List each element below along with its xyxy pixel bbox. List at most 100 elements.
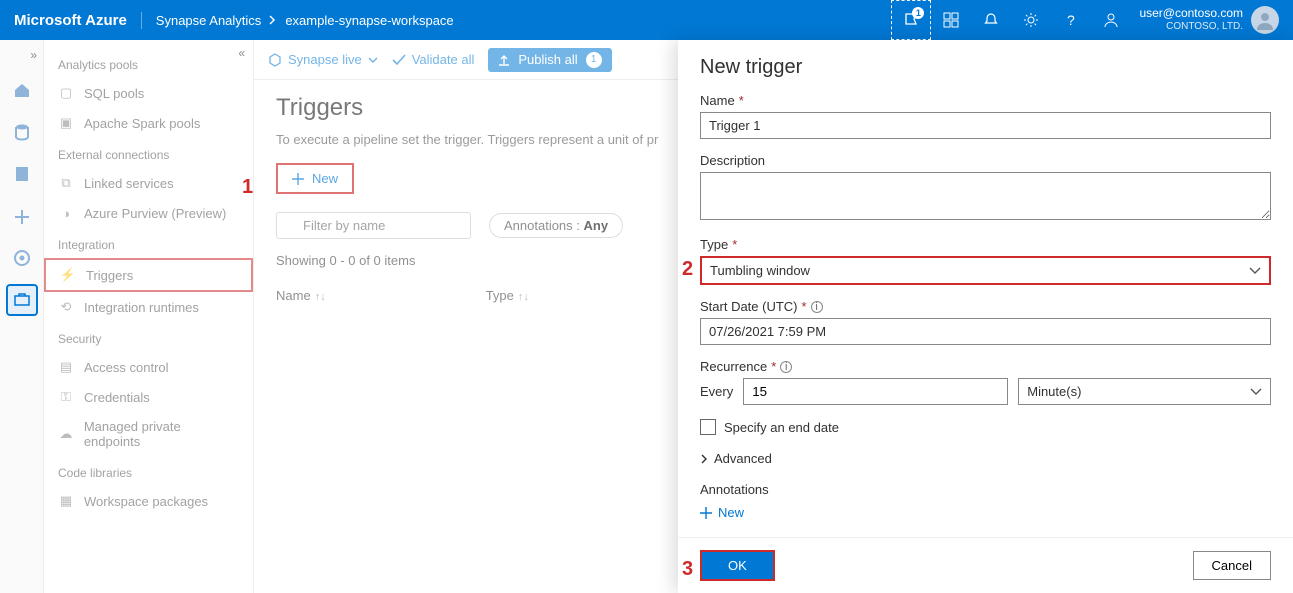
rail-develop-icon[interactable] (6, 158, 38, 190)
callout-3: 3 (682, 558, 693, 581)
blade-footer: 3 OK Cancel (678, 537, 1293, 593)
service-name[interactable]: Synapse Analytics (156, 13, 262, 28)
group-code-libraries: Code libraries (44, 456, 253, 486)
bolt-icon: ⚡ (60, 267, 76, 283)
advanced-toggle[interactable]: Advanced (700, 451, 1271, 466)
synapse-live-dropdown[interactable]: Synapse live (268, 52, 378, 67)
start-date-label: Start Date (UTC)*i (700, 299, 1271, 314)
cancel-button[interactable]: Cancel (1193, 551, 1271, 580)
sort-icon: ↑↓ (518, 291, 529, 303)
publish-all-button[interactable]: Publish all 1 (488, 48, 611, 72)
callout-1: 1 (242, 176, 253, 199)
rail-monitor-icon[interactable] (6, 242, 38, 274)
upload-icon (498, 54, 510, 66)
checkbox-icon[interactable] (700, 419, 716, 435)
spark-icon: ▣ (58, 115, 74, 131)
sql-icon: ▢ (58, 85, 74, 101)
sidebar-item-integration-runtimes[interactable]: ⟲Integration runtimes (44, 292, 253, 322)
filter-by-name-input[interactable] (276, 212, 471, 239)
trigger-type-select[interactable]: Tumbling window (700, 256, 1271, 285)
trigger-description-input[interactable] (700, 172, 1271, 220)
runtime-icon: ⟲ (58, 299, 74, 315)
rail-manage-icon[interactable] (6, 284, 38, 316)
sidebar-item-linked-services[interactable]: ⧉Linked services (44, 168, 253, 198)
user-org: CONTOSO, LTD. (1139, 21, 1243, 33)
publish-count: 1 (586, 52, 602, 68)
sidebar-item-triggers[interactable]: ⚡Triggers (44, 258, 253, 292)
check-icon (392, 54, 406, 66)
info-icon[interactable]: i (780, 361, 792, 373)
bell-icon[interactable] (971, 0, 1011, 40)
gear-icon[interactable] (1011, 0, 1051, 40)
rail-collapse-icon[interactable]: » (30, 48, 43, 62)
key-icon: ⚿ (58, 389, 74, 405)
blade-title: New trigger (700, 56, 1271, 79)
svg-text:?: ? (1067, 12, 1075, 28)
group-security: Security (44, 322, 253, 352)
person-icon[interactable] (1091, 0, 1131, 40)
access-icon: ▤ (58, 359, 74, 375)
validate-all-button[interactable]: Validate all (392, 52, 475, 67)
annotations-title: Annotations (700, 482, 1271, 497)
help-icon[interactable]: ? (1051, 0, 1091, 40)
sidebar-item-credentials[interactable]: ⚿Credentials (44, 382, 253, 412)
sidebar-item-spark-pools[interactable]: ▣Apache Spark pools (44, 108, 253, 138)
package-icon: ▦ (58, 493, 74, 509)
workspace-name[interactable]: example-synapse-workspace (285, 13, 453, 28)
notif-badge: 1 (912, 7, 924, 19)
trigger-name-input[interactable] (700, 112, 1271, 139)
chevron-down-icon (1250, 388, 1262, 396)
recurrence-label: Recurrence*i (700, 359, 1271, 374)
rail-integrate-icon[interactable] (6, 200, 38, 232)
plus-icon (292, 173, 304, 185)
filter-by-name-wrap: ⧩ (276, 212, 471, 239)
manage-sidebar: « Analytics pools ▢SQL pools ▣Apache Spa… (44, 40, 254, 593)
col-type[interactable]: Type↑↓ (486, 288, 529, 303)
sidebar-item-azure-purview[interactable]: ◑Azure Purview (Preview) (44, 198, 253, 228)
info-icon[interactable]: i (811, 301, 823, 313)
breadcrumb: Synapse Analytics example-synapse-worksp… (142, 13, 454, 28)
cloud-icon: ☁ (58, 426, 74, 442)
user-info[interactable]: user@contoso.com CONTOSO, LTD. (1131, 7, 1251, 32)
sort-icon: ↑↓ (315, 291, 326, 303)
group-analytics-pools: Analytics pools (44, 48, 253, 78)
end-date-checkbox-row[interactable]: Specify an end date (700, 419, 1271, 435)
chevron-down-icon (368, 56, 378, 64)
chevron-down-icon (1249, 267, 1261, 275)
new-trigger-blade: New trigger Name* Description Type* 2 Tu… (678, 40, 1293, 593)
directory-icon[interactable] (931, 0, 971, 40)
plus-icon (700, 507, 712, 519)
feedback-icon[interactable]: 1 (891, 0, 931, 40)
avatar[interactable] (1251, 6, 1279, 34)
recurrence-unit-select[interactable]: Minute(s) (1018, 378, 1271, 405)
group-external-connections: External connections (44, 138, 253, 168)
callout-2: 2 (682, 258, 693, 281)
sidebar-item-sql-pools[interactable]: ▢SQL pools (44, 78, 253, 108)
sidebar-item-access-control[interactable]: ▤Access control (44, 352, 253, 382)
col-name[interactable]: Name↑↓ (276, 288, 326, 303)
rail-home-icon[interactable] (6, 74, 38, 106)
rail-data-icon[interactable] (6, 116, 38, 148)
purview-icon: ◑ (58, 205, 74, 221)
type-label: Type* (700, 237, 1271, 252)
name-label: Name* (700, 93, 1271, 108)
sidebar-item-workspace-packages[interactable]: ▦Workspace packages (44, 486, 253, 516)
recurrence-count-input[interactable] (743, 378, 1008, 405)
link-icon: ⧉ (58, 175, 74, 191)
description-label: Description (700, 153, 1271, 168)
annotations-filter[interactable]: Annotations : Any (489, 213, 623, 238)
add-annotation-button[interactable]: New (700, 505, 1271, 520)
user-email: user@contoso.com (1139, 7, 1243, 21)
left-rail: » (0, 40, 44, 593)
sidebar-item-managed-private-endpoints[interactable]: ☁Managed private endpoints (44, 412, 253, 456)
brand[interactable]: Microsoft Azure (14, 12, 142, 29)
azure-top-header: Microsoft Azure Synapse Analytics exampl… (0, 0, 1293, 40)
chevron-right-icon (269, 15, 277, 25)
new-trigger-button[interactable]: New (276, 163, 354, 194)
start-date-input[interactable] (700, 318, 1271, 345)
group-integration: Integration (44, 228, 253, 258)
sidebar-collapse-icon[interactable]: « (238, 46, 245, 60)
every-label: Every (700, 384, 733, 399)
ok-button[interactable]: OK (700, 550, 775, 581)
recurrence-row: Every Minute(s) (700, 378, 1271, 405)
